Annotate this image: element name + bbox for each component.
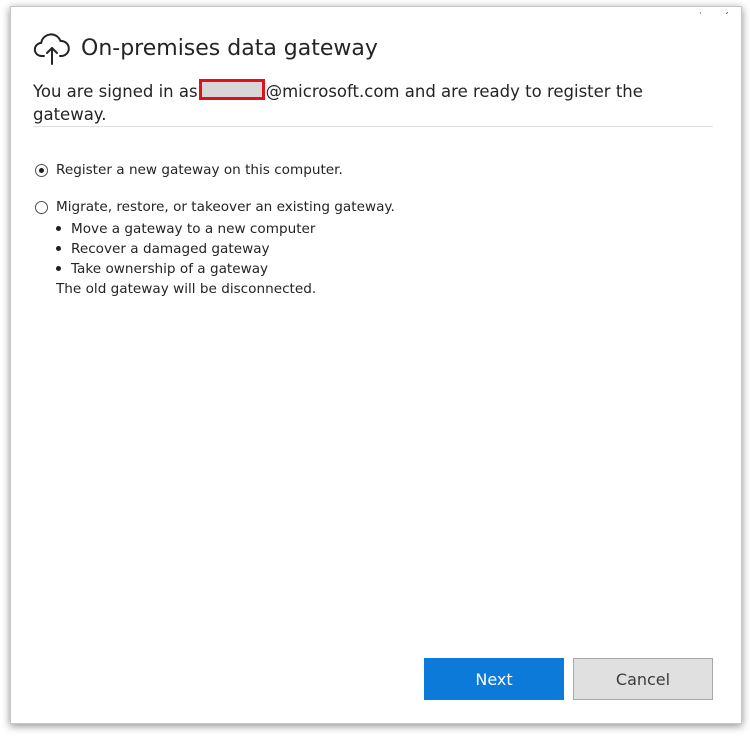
minimize-icon[interactable]: ˙ (699, 11, 703, 23)
migrate-radio[interactable] (35, 200, 48, 214)
next-button[interactable]: Next (424, 658, 564, 700)
option-register[interactable]: Register a new gateway on this computer. (35, 162, 395, 178)
list-item: Move a gateway to a new computer (56, 219, 395, 239)
migrate-bullet-list: Move a gateway to a new computer Recover… (56, 219, 395, 279)
signed-in-message: You are signed in as @microsoft.com and a… (33, 79, 653, 126)
redacted-username (198, 79, 265, 100)
list-item: Take ownership of a gateway (56, 259, 395, 279)
dialog-title: On-premises data gateway (81, 35, 378, 61)
cloud-upload-icon (33, 31, 71, 65)
dialog-header: On-premises data gateway (33, 31, 378, 65)
signed-in-prefix: You are signed in as (33, 82, 198, 101)
register-label: Register a new gateway on this computer. (56, 162, 343, 178)
list-item: Recover a damaged gateway (56, 239, 395, 259)
option-migrate[interactable]: Migrate, restore, or takeover an existin… (35, 199, 395, 215)
gateway-dialog: ˙ ˊ On-premises data gateway You are sig… (10, 6, 742, 724)
migrate-label: Migrate, restore, or takeover an existin… (56, 199, 395, 215)
window-controls: ˙ ˊ (699, 11, 729, 23)
header-divider (33, 126, 713, 127)
close-icon[interactable]: ˊ (725, 11, 729, 23)
cancel-button[interactable]: Cancel (573, 658, 713, 700)
gateway-options: Register a new gateway on this computer.… (35, 162, 395, 299)
migrate-note: The old gateway will be disconnected. (56, 281, 317, 297)
register-radio[interactable] (35, 163, 48, 177)
